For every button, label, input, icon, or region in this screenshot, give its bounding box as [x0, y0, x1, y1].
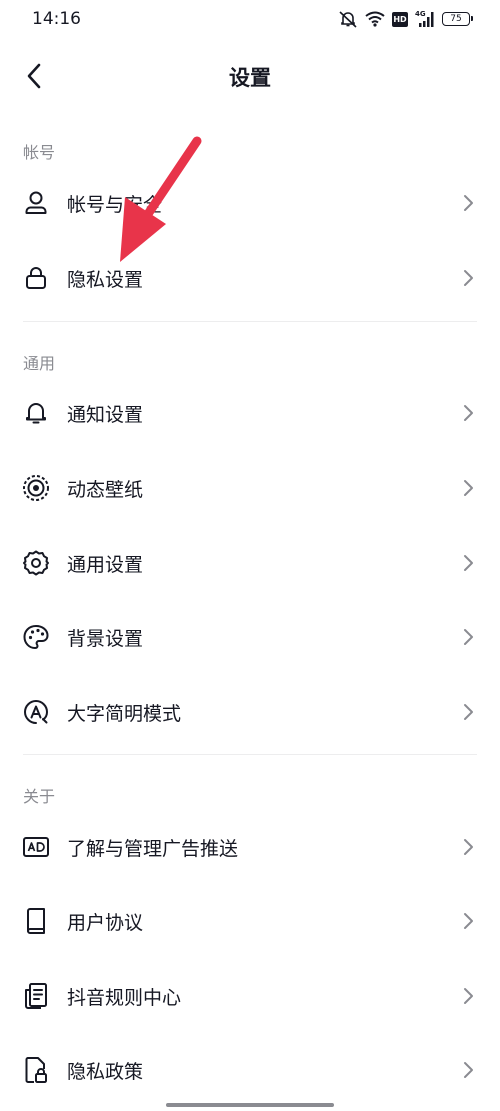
rules-document-icon — [22, 982, 50, 1010]
settings-item-label: 抖音规则中心 — [67, 986, 182, 1009]
settings-item-label: 了解与管理广告推送 — [67, 837, 239, 860]
large-font-icon — [22, 698, 50, 726]
battery-icon: 75 — [442, 12, 473, 26]
settings-item-label: 通用设置 — [67, 553, 144, 576]
settings-item-label: 背景设置 — [67, 627, 144, 650]
book-icon — [22, 907, 50, 935]
settings-item-privacy[interactable]: 隐私设置 — [0, 243, 500, 313]
live-wallpaper-icon — [22, 474, 50, 502]
settings-item-general[interactable]: 通用设置 — [0, 528, 500, 598]
settings-item-label: 隐私设置 — [67, 268, 144, 291]
settings-item-privacy-policy[interactable]: 隐私政策 — [0, 1035, 500, 1105]
chevron-right-icon — [462, 193, 474, 213]
status-bar: 14:16 HD 4G 75 — [0, 0, 500, 40]
section-title-account: 帐号 — [23, 143, 56, 162]
chevron-right-icon — [462, 268, 474, 288]
section-title-general: 通用 — [23, 354, 56, 373]
home-indicator[interactable] — [166, 1103, 334, 1107]
status-icons: HD 4G 75 — [338, 9, 473, 29]
battery-level: 75 — [450, 14, 462, 24]
settings-item-label: 通知设置 — [67, 403, 144, 426]
lock-icon — [22, 264, 50, 292]
settings-item-user-agreement[interactable]: 用户协议 — [0, 886, 500, 956]
navigation-bar: 设置 — [0, 40, 500, 112]
status-time: 14:16 — [32, 9, 81, 29]
person-icon — [22, 189, 50, 217]
section-title-about: 关于 — [23, 787, 56, 806]
settings-item-label: 隐私政策 — [67, 1060, 144, 1083]
settings-item-ad-management[interactable]: 了解与管理广告推送 — [0, 812, 500, 882]
privacy-policy-icon — [22, 1056, 50, 1084]
ad-icon — [22, 833, 50, 861]
section-divider — [23, 321, 477, 322]
settings-item-account-security[interactable]: 帐号与安全 — [0, 168, 500, 238]
settings-item-rules-center[interactable]: 抖音规则中心 — [0, 961, 500, 1031]
chevron-right-icon — [462, 1060, 474, 1080]
chevron-right-icon — [462, 837, 474, 857]
gear-icon — [22, 549, 50, 577]
chevron-right-icon — [462, 911, 474, 931]
settings-item-live-wallpaper[interactable]: 动态壁纸 — [0, 453, 500, 523]
settings-item-label: 动态壁纸 — [67, 478, 144, 501]
bell-icon — [22, 399, 50, 427]
chevron-right-icon — [462, 702, 474, 722]
palette-icon — [22, 623, 50, 651]
hd-badge: HD — [392, 11, 408, 27]
wifi-icon — [365, 11, 385, 27]
chevron-right-icon — [462, 403, 474, 423]
settings-item-label: 大字简明模式 — [67, 702, 182, 725]
settings-item-label: 用户协议 — [67, 911, 144, 934]
settings-item-background[interactable]: 背景设置 — [0, 602, 500, 672]
mute-bell-icon — [338, 10, 358, 28]
chevron-right-icon — [462, 986, 474, 1006]
chevron-right-icon — [462, 627, 474, 647]
chevron-right-icon — [462, 553, 474, 573]
page-title: 设置 — [229, 66, 271, 90]
chevron-right-icon — [462, 478, 474, 498]
section-divider — [23, 754, 477, 755]
settings-item-label: 帐号与安全 — [67, 193, 163, 216]
settings-item-notifications[interactable]: 通知设置 — [0, 378, 500, 448]
settings-item-large-font-mode[interactable]: 大字简明模式 — [0, 677, 500, 747]
signal-icon: 4G — [415, 10, 435, 27]
